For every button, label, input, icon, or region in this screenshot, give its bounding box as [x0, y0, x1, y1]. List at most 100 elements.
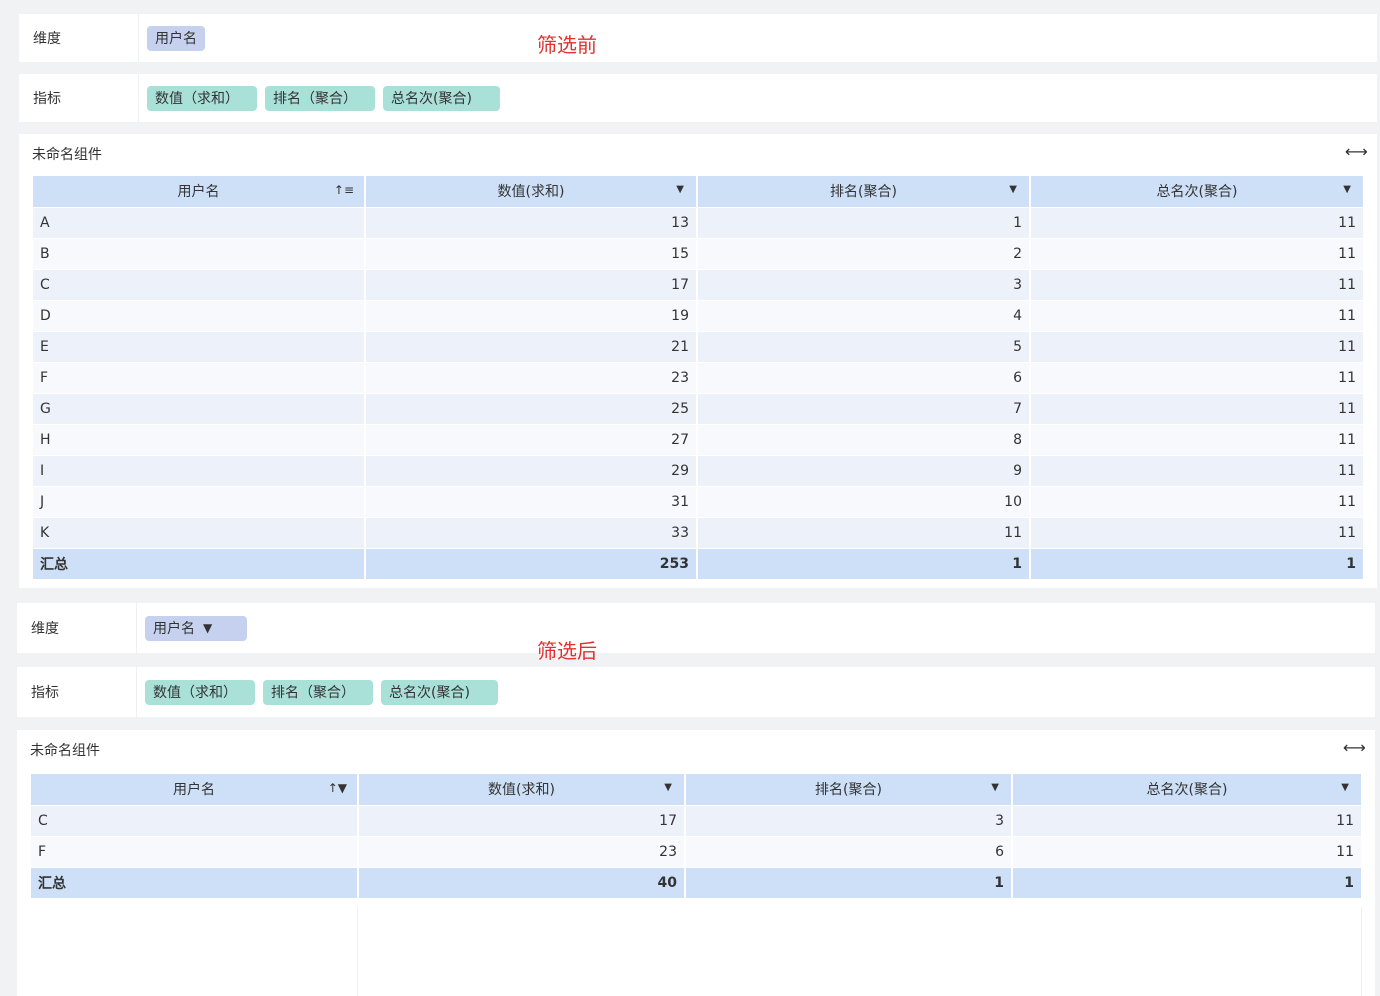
table-cell: 23: [365, 361, 698, 393]
table-cell: 7: [697, 392, 1031, 424]
chip-label: 数值（求和）: [155, 91, 239, 107]
column-header-total-rank[interactable]: 总名次(聚合) ▼: [1030, 176, 1365, 207]
total-cell: 1: [685, 866, 1013, 898]
column-header-value[interactable]: 数值(求和) ▼: [358, 774, 686, 805]
dimension-label: 维度: [17, 603, 137, 653]
table-row: A 13 1 11: [33, 206, 1365, 238]
table-cell: 4: [697, 299, 1031, 331]
caret-down-icon[interactable]: ▼: [1341, 782, 1349, 793]
column-header-username[interactable]: 用户名 ↑▼: [31, 774, 359, 805]
table-row: I 29 9 11: [33, 454, 1365, 486]
total-row: 汇总 253 1 1: [33, 547, 1365, 579]
chip-label: 总名次(聚合): [389, 685, 470, 701]
table-cell: 11: [1030, 206, 1365, 238]
table-row: C 17 3 11: [33, 268, 1365, 300]
column-header-value[interactable]: 数值(求和) ▼: [365, 176, 698, 207]
sort-ascending-icon[interactable]: ↑≡: [334, 183, 354, 197]
table-cell: 11: [1012, 804, 1363, 836]
table-row: B 15 2 11: [33, 237, 1365, 269]
expand-width-icon[interactable]: ⟷: [1345, 142, 1368, 161]
table-cell: 21: [365, 330, 698, 362]
table-cell: J: [33, 485, 366, 517]
table-cell: 2: [697, 237, 1031, 269]
chip-label: 总名次(聚合): [391, 91, 472, 107]
total-cell: 1: [1012, 866, 1363, 898]
caret-down-icon[interactable]: ▼: [991, 782, 999, 793]
table-cell: 11: [1030, 299, 1365, 331]
metric-chip-rank[interactable]: 排名（聚合）: [265, 85, 375, 111]
table-cell: 19: [365, 299, 698, 331]
data-table-before: 用户名 ↑≡ 数值(求和) ▼ 排名(聚合) ▼ 总名次(聚合) ▼ A 13 1 11 B 15…: [33, 176, 1365, 579]
table-cell: F: [33, 361, 366, 393]
metric-chip-value-sum[interactable]: 数值（求和）: [145, 679, 255, 705]
metric-chip-value-sum[interactable]: 数值（求和）: [147, 85, 257, 111]
table-cell: 17: [365, 268, 698, 300]
metric-label: 指标: [19, 74, 139, 122]
caret-down-icon[interactable]: ▼: [1009, 184, 1017, 195]
table-cell: 11: [1030, 454, 1365, 486]
chip-label: 排名（聚合）: [271, 685, 355, 701]
metric-chip-rank[interactable]: 排名（聚合）: [263, 679, 373, 705]
table-cell: 31: [365, 485, 698, 517]
chip-label: 数值（求和）: [153, 685, 237, 701]
header-label: 排名(聚合): [830, 184, 897, 201]
table-cell: B: [33, 237, 366, 269]
header-label: 总名次(聚合): [1146, 782, 1228, 799]
table-cell: H: [33, 423, 366, 455]
total-cell: 汇总: [33, 547, 366, 579]
metric-label: 指标: [17, 667, 137, 717]
column-header-rank[interactable]: 排名(聚合) ▼: [685, 774, 1013, 805]
table-cell: E: [33, 330, 366, 362]
table-row: F 23 6 11: [33, 361, 1365, 393]
header-label: 总名次(聚合): [1156, 184, 1238, 201]
table-cell: 17: [358, 804, 686, 836]
header-label: 用户名: [173, 782, 215, 799]
table-cell: 1: [697, 206, 1031, 238]
metric-chip-total-rank[interactable]: 总名次(聚合): [381, 679, 498, 705]
caret-down-icon[interactable]: ▼: [1343, 184, 1351, 195]
table-cell: 3: [697, 268, 1031, 300]
table-cell: A: [33, 206, 366, 238]
table-cell: I: [33, 454, 366, 486]
caret-down-icon[interactable]: ▼: [676, 184, 684, 195]
filter-icon[interactable]: ▼: [203, 621, 212, 635]
dimension-chip-username-filtered[interactable]: 用户名 ▼: [145, 615, 247, 641]
total-cell: 1: [1030, 547, 1365, 579]
header-label: 用户名: [177, 184, 220, 201]
column-header-total-rank[interactable]: 总名次(聚合) ▼: [1012, 774, 1363, 805]
table-cell: 6: [685, 835, 1013, 867]
column-header-username[interactable]: 用户名 ↑≡: [33, 176, 366, 207]
table-row: H 27 8 11: [33, 423, 1365, 455]
column-header-rank[interactable]: 排名(聚合) ▼: [697, 176, 1031, 207]
table-cell: 11: [1030, 330, 1365, 362]
table-cell: C: [33, 268, 366, 300]
column-divider: [1361, 907, 1362, 996]
header-label: 数值(求和): [488, 782, 555, 799]
table-cell: 11: [1030, 268, 1365, 300]
table-cell: 11: [1030, 392, 1365, 424]
table-cell: D: [33, 299, 366, 331]
total-cell: 汇总: [31, 866, 359, 898]
component-title: 未命名组件: [30, 743, 100, 759]
expand-width-icon[interactable]: ⟷: [1343, 738, 1366, 757]
dimension-bar-before: 维度 用户名: [19, 14, 1377, 62]
metric-bar-before: 指标 数值（求和） 排名（聚合） 总名次(聚合): [19, 74, 1377, 122]
table-cell: 3: [685, 804, 1013, 836]
table-cell: 11: [1030, 423, 1365, 455]
metric-chip-total-rank[interactable]: 总名次(聚合): [383, 85, 500, 111]
total-cell: 1: [697, 547, 1031, 579]
sort-filter-icon[interactable]: ↑▼: [328, 781, 347, 795]
chip-label: 用户名: [155, 31, 197, 47]
table-row: C 17 3 11: [31, 804, 1363, 836]
total-cell: 40: [358, 866, 686, 898]
table-cell: 11: [1030, 361, 1365, 393]
table-row: D 19 4 11: [33, 299, 1365, 331]
after-note: 筛选后: [537, 639, 597, 663]
dimension-chip-username[interactable]: 用户名: [147, 25, 205, 51]
before-note: 筛选前: [537, 33, 597, 57]
table-cell: 25: [365, 392, 698, 424]
chip-label: 用户名: [153, 621, 195, 637]
table-cell: F: [31, 835, 359, 867]
table-cell: 11: [697, 516, 1031, 548]
caret-down-icon[interactable]: ▼: [664, 782, 672, 793]
